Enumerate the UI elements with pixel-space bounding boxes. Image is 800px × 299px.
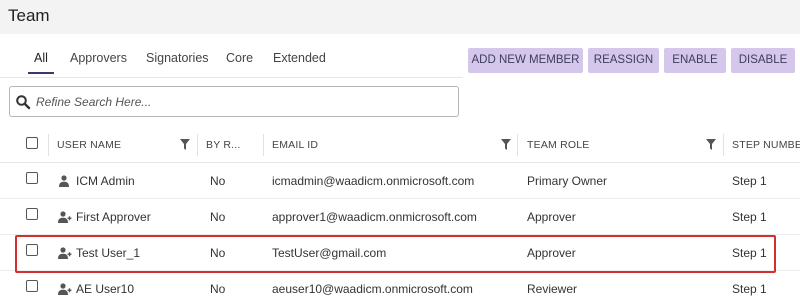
table-row[interactable]: First Approver No approver1@waadicm.onmi… xyxy=(0,199,800,235)
person-add-icon xyxy=(58,283,72,295)
page-header: Team xyxy=(0,0,800,34)
column-header-step-number[interactable]: STEP NUMBER xyxy=(732,127,800,163)
tab-core[interactable]: Core xyxy=(226,48,253,74)
tab-approvers[interactable]: Approvers xyxy=(70,48,127,74)
step-cell: Step 1 xyxy=(732,174,767,188)
team-role-cell: Approver xyxy=(527,210,576,224)
column-separator xyxy=(48,134,49,156)
row-checkbox[interactable] xyxy=(26,172,38,184)
user-name-cell: First Approver xyxy=(76,210,151,224)
search-icon xyxy=(16,95,31,110)
column-separator xyxy=(723,134,724,156)
email-cell: icmadmin@waadicm.onmicrosoft.com xyxy=(272,174,475,188)
select-all-checkbox[interactable] xyxy=(26,137,38,149)
column-separator xyxy=(263,134,264,156)
table-row[interactable]: ICM Admin No icmadmin@waadicm.onmicrosof… xyxy=(0,163,800,199)
user-name-cell: ICM Admin xyxy=(76,174,135,188)
filter-icon[interactable] xyxy=(180,139,190,150)
row-highlight-box xyxy=(15,235,776,273)
reassign-button[interactable]: REASSIGN xyxy=(588,48,659,73)
tab-all[interactable]: All xyxy=(28,48,54,74)
table-row[interactable]: AE User10 No aeuser10@waadicm.onmicrosof… xyxy=(0,271,800,299)
tab-extended[interactable]: Extended xyxy=(273,48,326,74)
team-role-cell: Reviewer xyxy=(527,282,578,296)
row-checkbox[interactable] xyxy=(26,208,38,220)
tab-signatories[interactable]: Signatories xyxy=(146,48,209,74)
tabs-divider xyxy=(0,77,463,78)
by-r-cell: No xyxy=(210,174,226,188)
column-header-by-r[interactable]: BY R... xyxy=(206,127,256,163)
person-add-icon xyxy=(58,211,72,223)
step-cell: Step 1 xyxy=(732,282,767,296)
column-header-team-role[interactable]: TEAM ROLE xyxy=(527,127,677,163)
by-r-cell: No xyxy=(210,210,226,224)
disable-button[interactable]: DISABLE xyxy=(731,48,795,73)
column-header-email-id[interactable]: EMAIL ID xyxy=(272,127,472,163)
add-new-member-button[interactable]: ADD NEW MEMBER xyxy=(468,48,583,73)
table-header: USER NAME BY R... EMAIL ID TEAM ROLE STE… xyxy=(0,127,800,163)
column-separator xyxy=(517,134,518,156)
page-title: Team xyxy=(8,6,50,25)
row-checkbox[interactable] xyxy=(26,280,38,292)
email-cell: approver1@waadicm.onmicrosoft.com xyxy=(272,210,477,224)
column-separator xyxy=(197,134,198,156)
person-icon xyxy=(59,175,69,187)
search-input[interactable] xyxy=(36,91,451,112)
team-role-cell: Primary Owner xyxy=(527,174,608,188)
by-r-cell: No xyxy=(210,282,226,296)
search-box xyxy=(9,86,459,117)
enable-button[interactable]: ENABLE xyxy=(664,48,726,73)
filter-icon[interactable] xyxy=(706,139,716,150)
column-header-user-name[interactable]: USER NAME xyxy=(57,127,172,163)
email-cell: aeuser10@waadicm.onmicrosoft.com xyxy=(272,282,473,296)
step-cell: Step 1 xyxy=(732,210,767,224)
filter-icon[interactable] xyxy=(501,139,511,150)
user-name-cell: AE User10 xyxy=(76,282,135,296)
